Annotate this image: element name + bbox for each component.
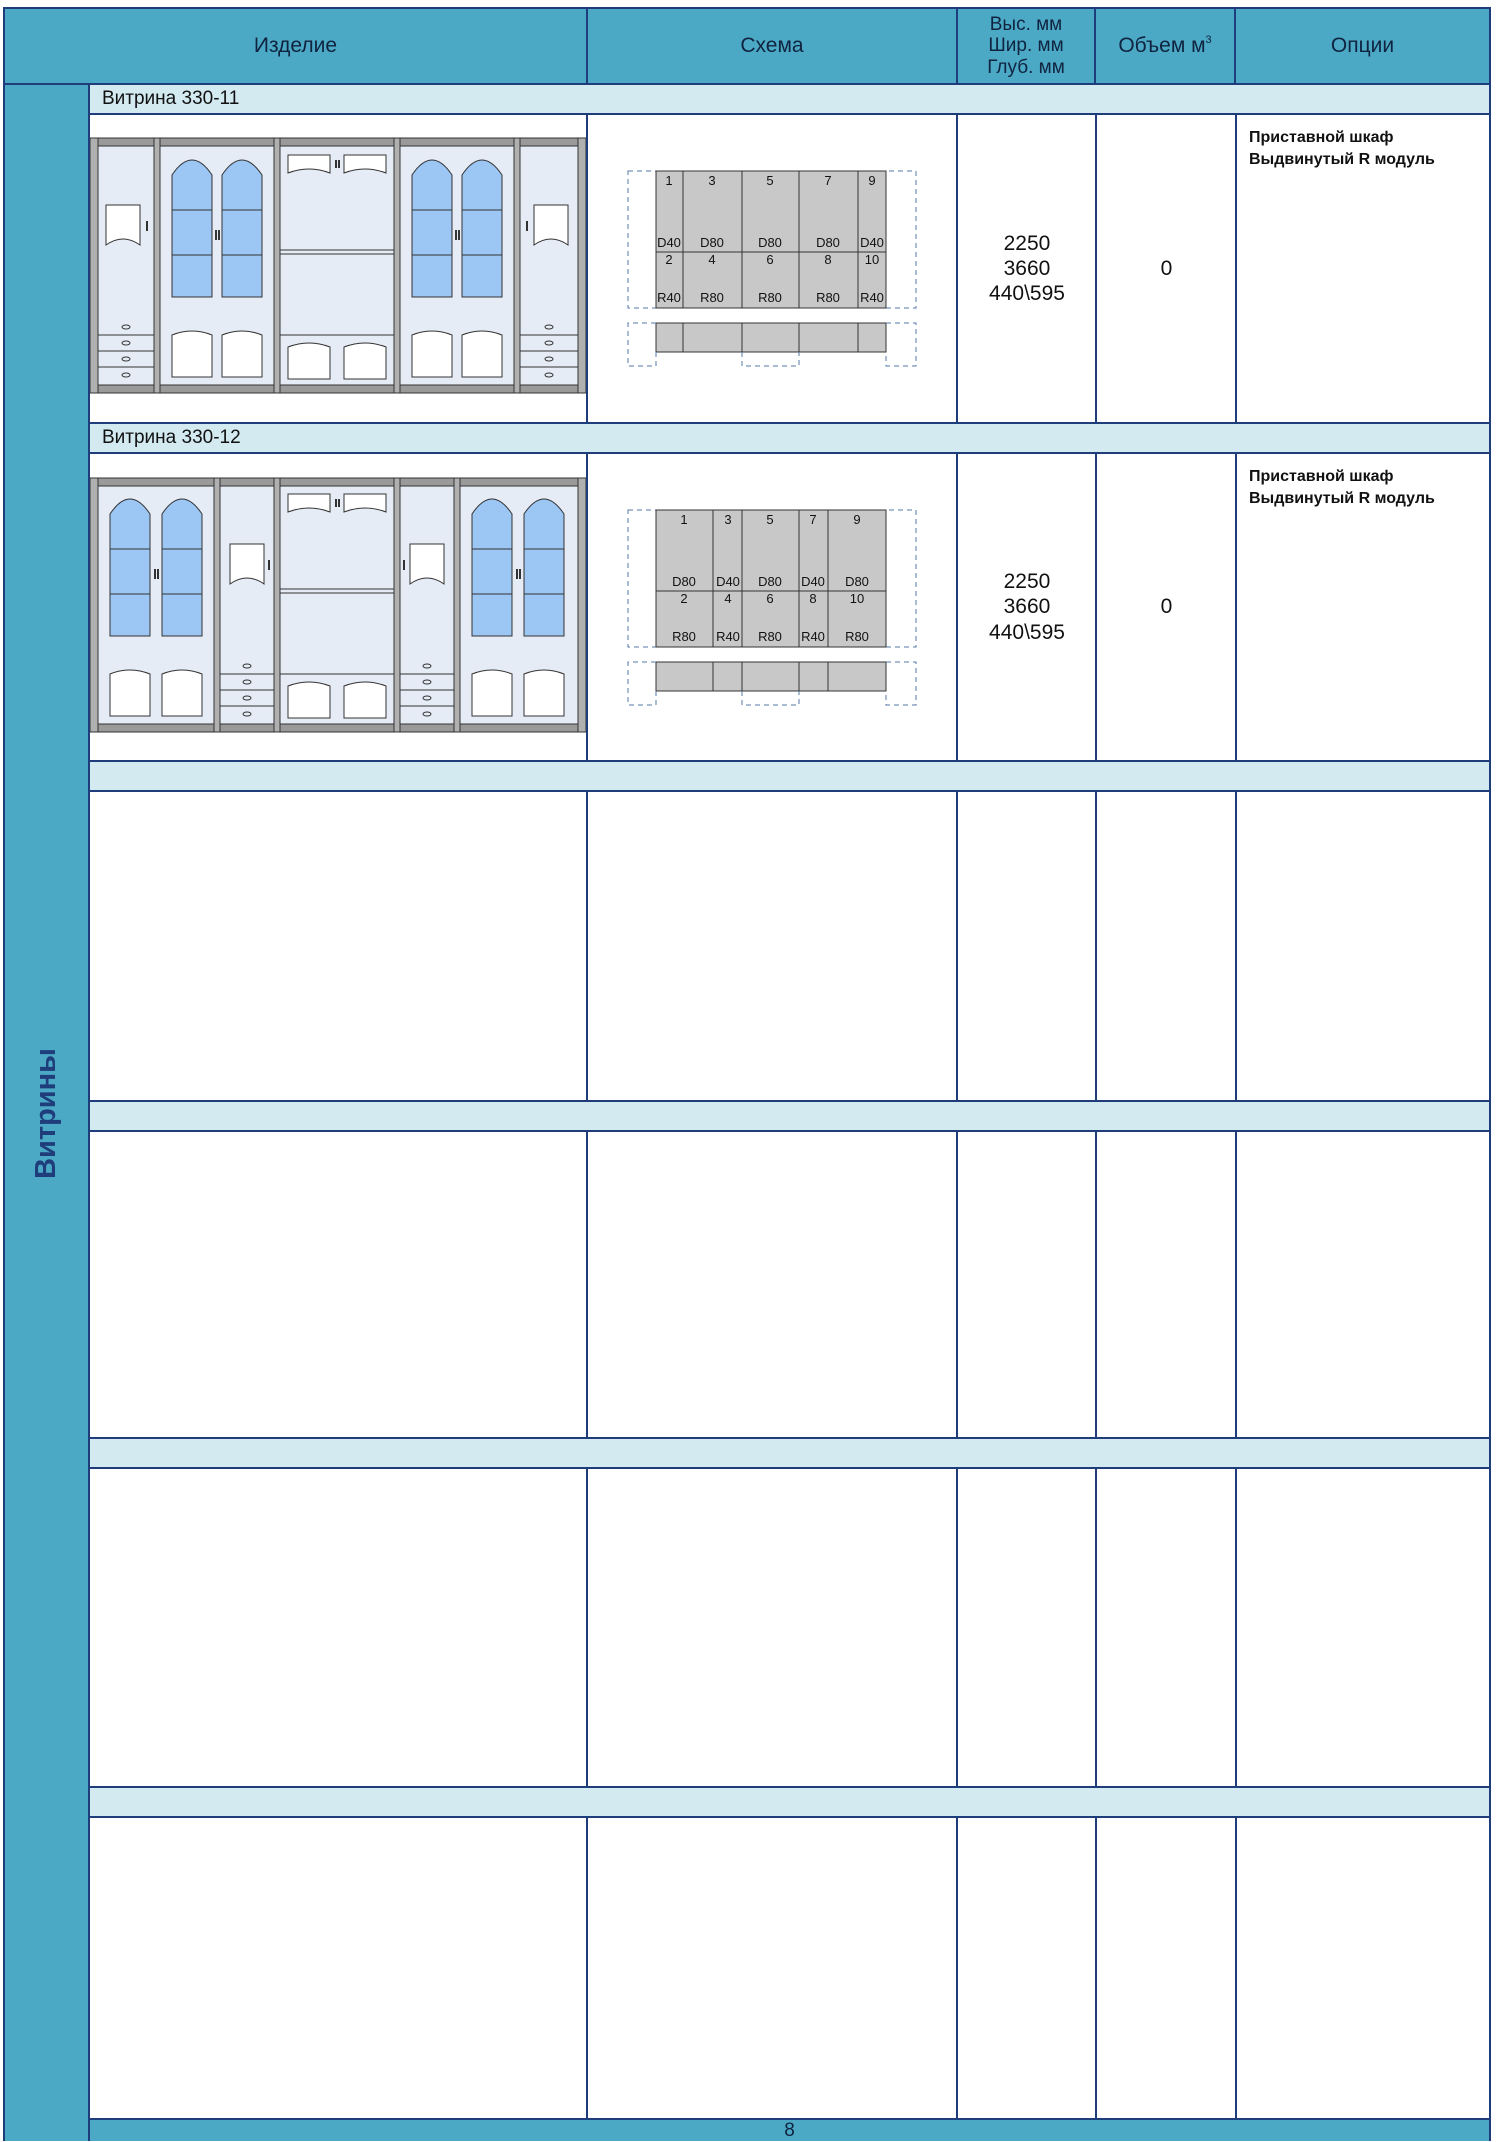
header-dims: Выс. мм Шир. мм Глуб. мм: [958, 9, 1096, 83]
row-1-scheme-bot-type-5: R40: [860, 290, 884, 305]
row-2-scheme-top-num-4: 7: [809, 512, 816, 527]
row-1-scheme: 1 3 5 7 9 D40 D80 D80 D80 D40 2 4 6 8 10…: [588, 115, 958, 422]
row-2-title-bar: Витрина 330-12: [90, 424, 1489, 454]
row-2-scheme-bot-num-4: 8: [809, 591, 816, 606]
row-3-divider-d: [1235, 792, 1237, 1100]
header-product-label: Изделие: [253, 34, 338, 58]
row-2-scheme-top-type-1: D80: [672, 574, 696, 589]
row-2-scheme-bot-type-4: R40: [801, 629, 825, 644]
header-options: Опции: [1236, 9, 1489, 83]
row-2-scheme-top-type-3: D80: [758, 574, 782, 589]
row-1-scheme-top-type-3: D80: [758, 235, 782, 250]
row-1-scheme-bot-type-3: R80: [758, 290, 782, 305]
row-2-scheme-bot-num-3: 6: [766, 591, 773, 606]
header-dims-label: Выс. мм Шир. мм Глуб. мм: [987, 14, 1065, 78]
row-2-scheme: 1 3 5 7 9 D80 D40 D80 D40 D80 2 4 6 8 10…: [588, 454, 958, 760]
row-6-divider-a: [586, 1818, 588, 2118]
row-1-scheme-top-num-5: 9: [868, 173, 875, 188]
row-1-scheme-bot-num-1: 2: [665, 252, 672, 267]
row-1-scheme-top-num-3: 5: [766, 173, 773, 188]
header-volume-sup: 3: [1205, 33, 1212, 46]
category-sidebar: Витрины: [5, 85, 88, 2141]
row-2-title: Витрина 330-12: [102, 427, 241, 448]
row-1-volume: 0: [1160, 256, 1173, 280]
row-2-scheme-bot-num-5: 10: [850, 591, 864, 606]
row-3-divider-c: [1095, 792, 1097, 1100]
row-2-scheme-top-type-2: D40: [716, 574, 740, 589]
row-6-title-bar: [90, 1788, 1489, 1818]
row-1-scheme-top-type-4: D80: [816, 235, 840, 250]
row-2-scheme-top-num-3: 5: [766, 512, 773, 527]
row-1-scheme-top-type-5: D40: [860, 235, 884, 250]
row-1-title: Витрина 330-11: [102, 88, 240, 109]
row-4-divider-d: [1235, 1132, 1237, 1437]
row-2-scheme-bot-num-2: 4: [724, 591, 731, 606]
row-6-divider-d: [1235, 1818, 1237, 2118]
row-2-scheme-bot-type-2: R40: [716, 629, 740, 644]
row-2-dims: 2250 3660 440\595: [989, 570, 1065, 644]
row-1-scheme-bot-type-2: R80: [700, 290, 724, 305]
row-2-scheme-bot-num-1: 2: [680, 591, 687, 606]
row-5-divider-a: [586, 1469, 588, 1786]
row-1-scheme-top-type-2: D80: [700, 235, 724, 250]
row-5-divider-d: [1235, 1469, 1237, 1786]
row-2-scheme-bot-type-5: R80: [845, 629, 869, 644]
row-2-scheme-bot-type-1: R80: [672, 629, 696, 644]
row-4-divider-a: [586, 1132, 588, 1437]
row-4-title-bar: [90, 1102, 1489, 1132]
row-2-options: Приставной шкаф Выдвинутый R модуль: [1249, 468, 1435, 507]
row-1-scheme-top-num-4: 7: [824, 173, 831, 188]
row-1-product-image: [89, 115, 588, 422]
header-options-label: Опции: [1330, 34, 1395, 58]
row-4-divider-c: [1095, 1132, 1097, 1437]
row-1-scheme-bot-num-4: 8: [824, 252, 831, 267]
page-number: 8: [784, 2119, 795, 2141]
row-1-scheme-top-type-1: D40: [657, 235, 681, 250]
row-5-title-bar: [90, 1439, 1489, 1469]
header-product: Изделие: [5, 9, 588, 83]
page-footer: 8: [90, 2120, 1489, 2141]
row-4-divider-b: [956, 1132, 958, 1437]
row-1-scheme-bot-num-5: 10: [865, 252, 879, 267]
row-2-scheme-bot-type-3: R80: [758, 629, 782, 644]
row-5-divider-c: [1095, 1469, 1097, 1786]
row-1-scheme-top-num-1: 1: [665, 173, 672, 188]
header-volume-label: Объем м: [1118, 34, 1206, 58]
header-scheme: Схема: [588, 9, 958, 83]
header-scheme-label: Схема: [740, 34, 804, 58]
header-volume: Объем м3: [1096, 9, 1236, 83]
row-2-volume: 0: [1160, 595, 1173, 619]
row-2-scheme-top-type-5: D80: [845, 574, 869, 589]
row-5-divider-b: [956, 1469, 958, 1786]
row-1-dims: 2250 3660 440\595: [989, 231, 1065, 306]
row-6-divider-c: [1095, 1818, 1097, 2118]
row-3-divider-a: [586, 792, 588, 1100]
row-2-scheme-top-num-5: 9: [853, 512, 860, 527]
row-2-scheme-top-type-4: D40: [801, 574, 825, 589]
row-1-scheme-bot-num-3: 6: [766, 252, 773, 267]
row-3-divider-b: [956, 792, 958, 1100]
row-2-product-image: [89, 454, 588, 760]
row-1-scheme-bot-type-1: R40: [657, 290, 681, 305]
row-2-scheme-top-num-2: 3: [724, 512, 731, 527]
row-1-scheme-bot-num-2: 4: [708, 252, 715, 267]
row-3-title-bar: [90, 762, 1489, 792]
row-1-title-bar: Витрина 330-11: [90, 85, 1489, 115]
row-6-divider-b: [956, 1818, 958, 2118]
row-2-scheme-top-num-1: 1: [680, 512, 687, 527]
row-1-scheme-bot-type-4: R80: [816, 290, 840, 305]
row-1-scheme-top-num-2: 3: [708, 173, 715, 188]
category-label: Витрины: [30, 1047, 62, 1179]
row-1-options: Приставной шкаф Выдвинутый R модуль: [1249, 129, 1435, 168]
